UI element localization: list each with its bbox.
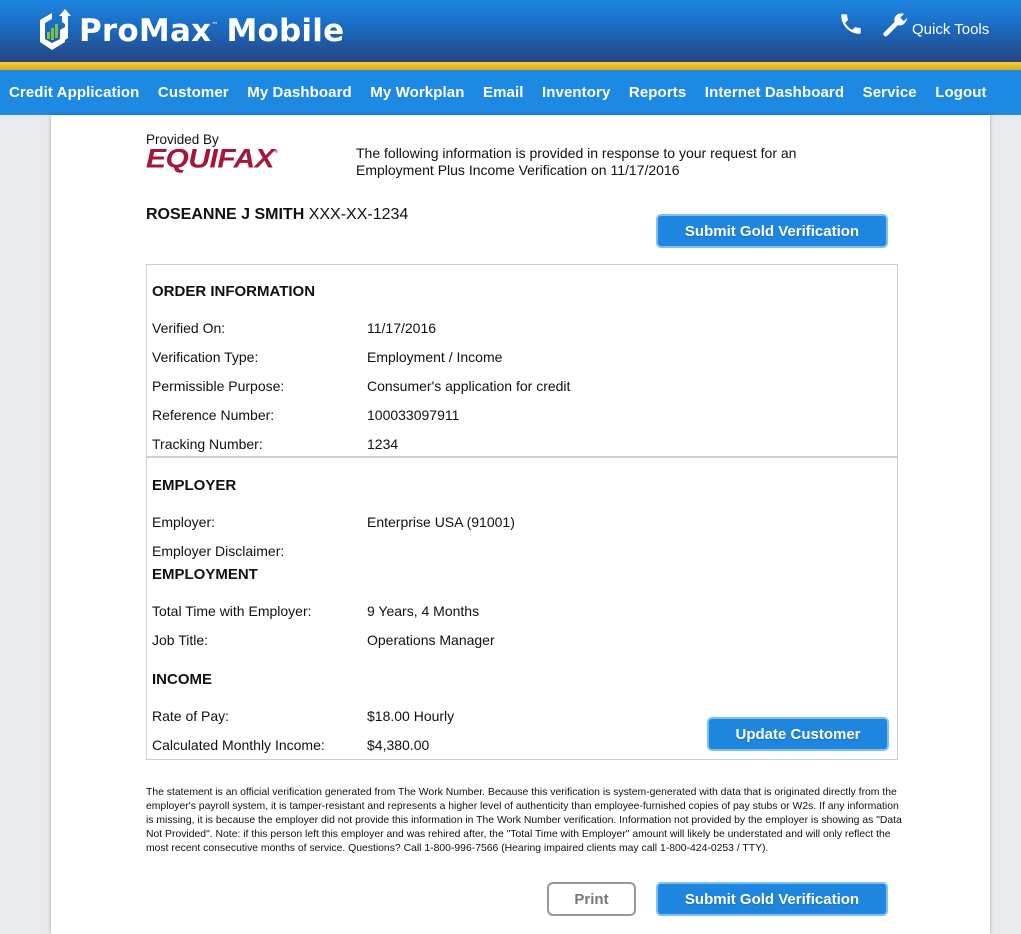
nav-reports[interactable]: Reports <box>629 84 686 101</box>
quick-tools-link[interactable]: Quick Tools <box>912 21 989 38</box>
app-header: ProMax™ Mobile Quick Tools <box>0 0 1021 62</box>
nav-customer[interactable]: Customer <box>158 84 229 101</box>
nav-internet-dashboard[interactable]: Internet Dashboard <box>705 84 844 101</box>
promax-logo[interactable]: ProMax™ Mobile <box>32 8 344 54</box>
nav-logout[interactable]: Logout <box>935 84 986 101</box>
wrench-icon[interactable] <box>881 10 909 38</box>
nav-inventory[interactable]: Inventory <box>542 84 610 101</box>
nav-credit-application[interactable]: Credit Application <box>9 84 139 101</box>
nav-my-dashboard[interactable]: My Dashboard <box>247 84 352 101</box>
submit-gold-verification-button[interactable]: Submit Gold Verification <box>656 214 888 248</box>
print-button[interactable]: Print <box>547 882 636 916</box>
nav-email[interactable]: Email <box>483 84 524 101</box>
update-customer-button[interactable]: Update Customer <box>707 717 889 751</box>
employment-income-section: EMPLOYER Employer: Enterprise USA (91001… <box>146 458 898 760</box>
phone-icon[interactable] <box>838 11 864 37</box>
section-title-employment: EMPLOYMENT <box>152 566 258 583</box>
brand-name: ProMax™ Mobile <box>79 13 345 49</box>
intro-text: The following information is provided in… <box>356 145 797 178</box>
header-accent-bar <box>0 62 1021 70</box>
applicant-name: ROSEANNE J SMITH <box>146 206 305 223</box>
header-tools: Quick Tools <box>838 10 989 38</box>
section-title-order-information: ORDER INFORMATION <box>152 283 316 300</box>
applicant-heading: ROSEANNE J SMITH XXX-XX-1234 <box>146 206 408 224</box>
nav-my-workplan[interactable]: My Workplan <box>370 84 464 101</box>
applicant-ssn: XXX-XX-1234 <box>308 206 409 223</box>
promax-chart-arrow-icon <box>40 9 71 50</box>
order-information-section: ORDER INFORMATION Verified On: 11/17/201… <box>146 264 898 458</box>
submit-gold-verification-button-bottom[interactable]: Submit Gold Verification <box>656 882 888 916</box>
nav-service[interactable]: Service <box>863 84 917 101</box>
equifax-logo: EQUIFAX® <box>146 144 278 174</box>
verification-report-panel: Provided By EQUIFAX® The following infor… <box>51 115 990 934</box>
section-title-income: INCOME <box>152 671 212 688</box>
section-title-employer: EMPLOYER <box>152 477 237 494</box>
work-number-disclaimer: The statement is an official verificatio… <box>146 787 902 854</box>
main-nav: Credit Application Customer My Dashboard… <box>0 70 1021 115</box>
